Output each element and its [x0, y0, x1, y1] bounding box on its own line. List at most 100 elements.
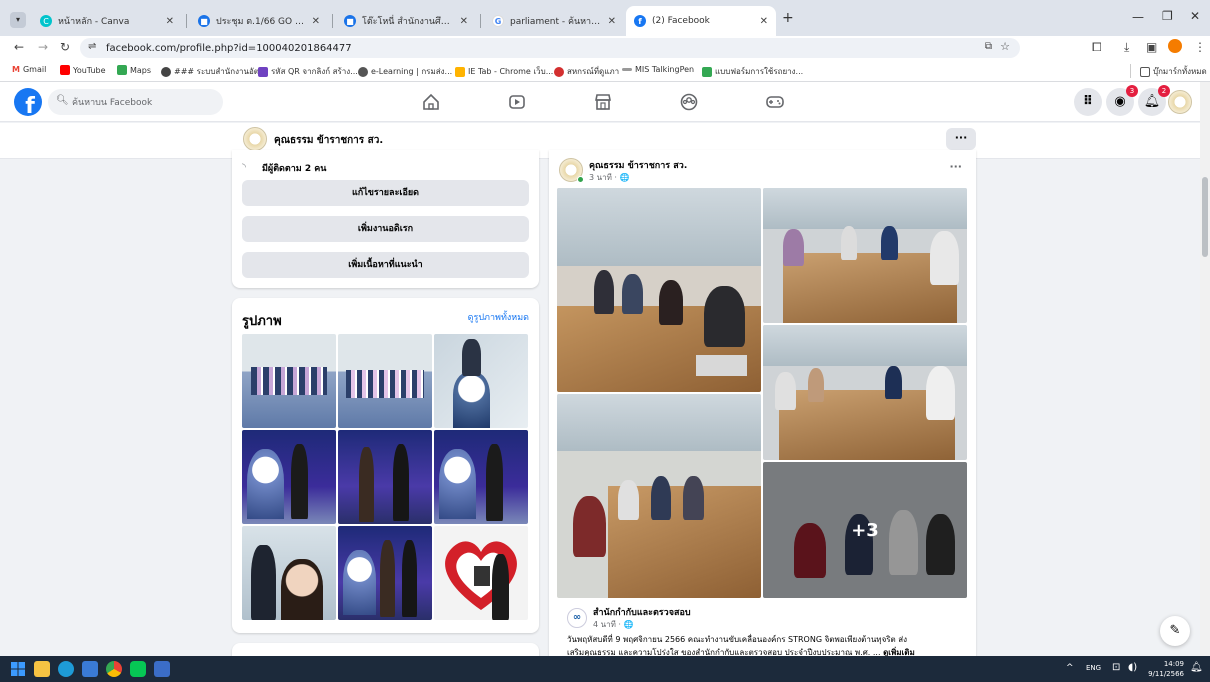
back-icon[interactable]: ← — [14, 40, 24, 54]
tab-title: parliament - ค้นหาด้วย Google — [510, 17, 602, 27]
photo-thumbnail[interactable] — [434, 526, 528, 620]
bookmark-label: MIS TalkingPen — [635, 65, 695, 74]
shared-page-avatar[interactable]: ∞ — [567, 608, 587, 628]
shared-page-name[interactable]: สำนักกำกับและตรวจสอบ — [593, 605, 691, 619]
bookmark-maps[interactable]: Maps — [117, 65, 151, 75]
post-text-line: วันพฤหัสบดีที่ 9 พฤศจิกายน 2566 คณะทำงาน… — [567, 635, 908, 644]
profile-more-button[interactable]: ··· — [946, 128, 976, 150]
bookmark-qr[interactable]: รหัส QR จากลิงก์ สร้าง... — [258, 65, 358, 78]
close-icon[interactable]: ✕ — [312, 16, 320, 27]
tab-search-button[interactable]: ▾ — [10, 12, 26, 28]
forward-icon[interactable]: → — [38, 40, 48, 54]
shared-page-time[interactable]: 4 นาที · 🌐 — [593, 618, 633, 631]
photo-thumbnail[interactable] — [338, 334, 432, 428]
extensions-icon[interactable]: ⧠ — [1092, 40, 1102, 55]
photo-thumbnail[interactable] — [338, 526, 432, 620]
post-photo[interactable] — [557, 394, 761, 598]
profile-icon[interactable] — [1168, 39, 1182, 53]
browser-tab-facebook[interactable]: f (2) Facebook ✕ — [626, 6, 776, 36]
install-icon[interactable]: ⧉ — [985, 41, 992, 52]
close-icon[interactable]: ✕ — [760, 16, 768, 27]
edit-details-button[interactable]: แก้ไขรายละเอียด — [242, 180, 529, 206]
window-close-icon[interactable]: ✕ — [1190, 9, 1200, 23]
close-icon[interactable]: ✕ — [166, 16, 174, 27]
scrollbar-thumb[interactable] — [1202, 177, 1208, 257]
profile-name[interactable]: คุณธรรม ข้าราชการ สว. — [274, 133, 383, 148]
photo-thumbnail[interactable] — [434, 430, 528, 524]
photo-thumbnail[interactable] — [242, 430, 336, 524]
more-photos-count: +3 — [851, 519, 879, 541]
windows-start-icon[interactable] — [10, 661, 26, 677]
post-timestamp[interactable]: 3 นาที · 🌐 — [589, 171, 629, 184]
browser-tab-google[interactable]: G parliament - ค้นหาด้วย Google ✕ — [484, 6, 624, 36]
chrome-icon[interactable] — [106, 661, 122, 677]
tray-chevron-icon[interactable]: ^ — [1066, 663, 1074, 673]
notification-center-icon[interactable]: 🔔︎ — [1190, 662, 1203, 673]
reload-icon[interactable]: ↻ — [60, 40, 70, 54]
home-icon[interactable] — [421, 92, 441, 112]
post-author-name[interactable]: คุณธรรม ข้าราชการ สว. — [589, 158, 687, 172]
file-explorer-icon[interactable] — [34, 661, 50, 677]
profile-avatar[interactable] — [243, 127, 267, 151]
add-hobbies-button[interactable]: เพิ่มงานอดิเรก — [242, 216, 529, 242]
notifications-button[interactable]: 🔔︎ 2 — [1138, 85, 1170, 116]
menu-grid-button[interactable]: ⠿ — [1074, 88, 1102, 116]
bookmark-ietab[interactable]: IE Tab - Chrome เว็บ... — [455, 65, 553, 78]
account-avatar[interactable] — [1168, 90, 1192, 114]
new-message-button[interactable]: ✎ — [1160, 616, 1190, 646]
video-icon[interactable] — [507, 92, 527, 112]
sidepanel-icon[interactable]: ▣ — [1146, 40, 1157, 54]
minimize-icon[interactable]: — — [1132, 10, 1144, 24]
menu-icon[interactable]: ⋮ — [1194, 40, 1206, 54]
marketplace-icon[interactable] — [593, 92, 613, 112]
site-info-icon[interactable]: ⇌ — [88, 41, 96, 52]
new-tab-button[interactable]: + — [782, 10, 794, 26]
edge-icon[interactable] — [58, 661, 74, 677]
close-icon[interactable]: ✕ — [460, 16, 468, 27]
line-icon[interactable] — [130, 661, 146, 677]
followers-text[interactable]: มีผู้ติดตาม 2 คน — [262, 161, 326, 175]
post-photo[interactable]: +3 — [763, 462, 967, 598]
see-all-photos-link[interactable]: ดูรูปภาพทั้งหมด — [468, 310, 529, 324]
bookmark-office[interactable]: ### ระบบสำนักงานอัต... — [161, 65, 267, 78]
bookmark-coop[interactable]: สหกรณ์ที่ดูแภา — [554, 65, 619, 78]
post-photo[interactable] — [763, 325, 967, 460]
facebook-logo[interactable]: f — [14, 88, 42, 116]
close-icon[interactable]: ✕ — [608, 16, 616, 27]
app-icon[interactable] — [154, 661, 170, 677]
post-photo[interactable] — [557, 188, 761, 392]
photo-thumbnail[interactable] — [434, 334, 528, 428]
photo-thumbnail[interactable] — [338, 430, 432, 524]
post-more-button[interactable]: ··· — [949, 160, 962, 173]
more-photos-overlay[interactable]: +3 — [763, 462, 967, 598]
star-icon[interactable]: ☆ — [1000, 40, 1010, 53]
download-icon[interactable]: ⤓ — [1124, 40, 1129, 55]
add-featured-button[interactable]: เพิ่มเนื้อหาที่แนะนำ — [242, 252, 529, 278]
volume-icon[interactable]: ◖) — [1128, 662, 1137, 673]
browser-tab-office[interactable]: ■ โต๊ะโหนี่ สำนักงานศึกษา "มุ่งมั่น แก่ … — [336, 6, 476, 36]
all-bookmarks-folder[interactable]: บุ๊กมาร์กทั้งหมด — [1140, 65, 1207, 78]
groups-icon[interactable] — [679, 92, 699, 112]
facebook-search-input[interactable]: 🔍︎ ค้นหาบน Facebook — [48, 89, 223, 115]
bookmark-mis[interactable]: MIS TalkingPen — [622, 65, 694, 74]
intro-card: ◝ มีผู้ติดตาม 2 คน แก้ไขรายละเอียด เพิ่ม… — [232, 150, 539, 288]
messenger-button[interactable]: ◉ 3 — [1106, 85, 1138, 116]
bookmark-form[interactable]: แบบฟอร์มการใช้รถยาง... — [702, 65, 803, 78]
page-scrollbar[interactable] — [1200, 82, 1210, 656]
restore-icon[interactable]: ❐ — [1162, 9, 1173, 23]
address-bar[interactable]: ⇌ facebook.com/profile.php?id=1000402018… — [80, 38, 1020, 58]
photo-thumbnail[interactable] — [242, 526, 336, 620]
browser-tab-canva[interactable]: C หน้าหลัก - Canva ✕ — [32, 6, 182, 36]
browser-tab-meeting[interactable]: ■ ประชุม ต.1/66 GO - ไปสเตอร์ ✕ — [190, 6, 328, 36]
bookmark-youtube[interactable]: YouTube — [60, 65, 106, 75]
photo-thumbnail[interactable] — [242, 334, 336, 428]
language-indicator[interactable]: ENG — [1086, 664, 1101, 672]
gaming-icon[interactable] — [765, 92, 785, 112]
clock[interactable]: 14:09 9/11/2566 — [1148, 659, 1184, 679]
bookmark-elearning[interactable]: e-Learning | กรมส่ง... — [358, 65, 452, 78]
store-icon[interactable] — [82, 661, 98, 677]
bookmark-gmail[interactable]: M Gmail — [12, 65, 46, 74]
post-photo[interactable] — [763, 188, 967, 323]
network-icon[interactable]: ⊡ — [1112, 662, 1120, 673]
bookmark-label: Gmail — [22, 65, 47, 74]
